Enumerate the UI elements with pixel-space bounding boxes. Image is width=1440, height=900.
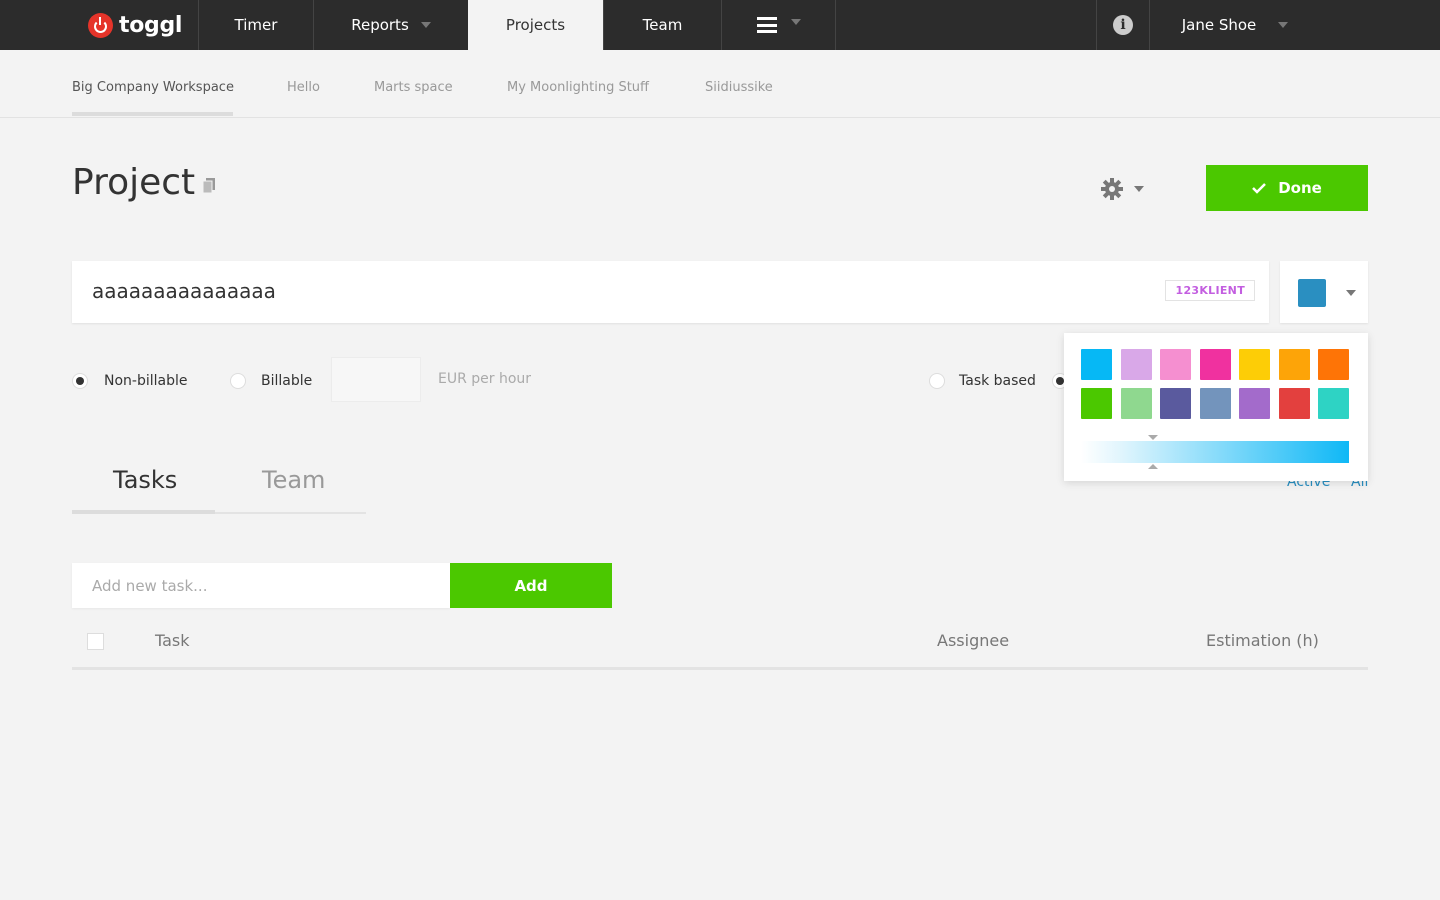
color-picker-popup	[1064, 333, 1368, 481]
color-swatch-9[interactable]	[1160, 388, 1191, 419]
nav-projects-label: Projects	[505, 16, 566, 34]
workspace-tab-4[interactable]: Siidiussike	[705, 80, 773, 95]
add-task-button[interactable]: Add	[450, 563, 612, 608]
non-billable-label: Non-billable	[104, 373, 188, 389]
task-based-radio[interactable]	[929, 373, 945, 389]
chevron-down-icon	[1134, 186, 1144, 192]
table-header-divider	[72, 667, 1368, 670]
done-button[interactable]: Done	[1206, 165, 1368, 211]
color-swatch-10[interactable]	[1199, 388, 1231, 419]
color-swatch-4[interactable]	[1239, 349, 1270, 380]
tab-indicator	[72, 510, 215, 514]
hue-slider-marker-bottom	[1148, 464, 1158, 469]
new-task-input[interactable]	[72, 563, 450, 608]
color-swatch-7[interactable]	[1081, 388, 1112, 419]
nav-team-label: Team	[642, 16, 683, 34]
toggl-logo[interactable]: toggl	[88, 12, 182, 38]
tab-team[interactable]: Team	[262, 466, 325, 494]
project-name-input[interactable]	[92, 279, 992, 303]
workspace-tab-3[interactable]: My Moonlighting Stuff	[507, 80, 649, 95]
nav-team[interactable]: Team	[603, 0, 721, 50]
nav-more-menu[interactable]	[721, 0, 836, 50]
workspace-tab-indicator	[72, 112, 233, 116]
non-billable-radio[interactable]	[72, 373, 88, 389]
nav-info[interactable]: i	[1096, 0, 1150, 50]
user-menu[interactable]: Jane Shoe	[1150, 0, 1320, 50]
chevron-down-icon	[1278, 22, 1289, 28]
nav-timer[interactable]: Timer	[198, 0, 313, 50]
chevron-down-icon	[420, 22, 431, 28]
column-assignee[interactable]: Assignee	[937, 631, 1009, 650]
color-swatch-12[interactable]	[1278, 388, 1310, 419]
hourly-rate-input[interactable]	[331, 357, 421, 402]
page-title: Project	[72, 162, 196, 203]
workspace-tab-1[interactable]: Hello	[287, 80, 320, 95]
check-icon	[1252, 183, 1267, 194]
task-based-label: Task based	[959, 373, 1036, 389]
color-swatch-13[interactable]	[1318, 388, 1349, 419]
color-gradient-slider[interactable]	[1081, 441, 1349, 463]
nav-timer-label: Timer	[234, 16, 278, 34]
color-swatch-2[interactable]	[1160, 349, 1191, 380]
copy-icon[interactable]	[202, 178, 216, 194]
color-swatch-6[interactable]	[1318, 349, 1349, 380]
user-name: Jane Shoe	[1181, 16, 1257, 34]
nav-projects[interactable]: Projects	[468, 0, 603, 50]
workspace-tab-0[interactable]: Big Company Workspace	[72, 80, 234, 95]
gear-icon	[1101, 178, 1123, 200]
column-estimation[interactable]: Estimation (h)	[1206, 631, 1319, 650]
top-nav: toggl Timer Reports Projects Team i Jane…	[0, 0, 1440, 50]
color-swatch-11[interactable]	[1239, 388, 1270, 419]
color-swatch-0[interactable]	[1081, 349, 1112, 380]
done-label: Done	[1278, 179, 1322, 197]
select-all-checkbox[interactable]	[87, 633, 104, 650]
color-picker-toggle[interactable]	[1280, 261, 1368, 323]
workspace-tab-2[interactable]: Marts space	[374, 80, 453, 95]
power-icon	[88, 12, 113, 38]
menu-icon	[756, 17, 777, 33]
billable-radio[interactable]	[230, 373, 246, 389]
nav-reports-label: Reports	[351, 16, 409, 34]
info-icon: i	[1113, 15, 1133, 35]
client-badge[interactable]: 123KLIENT	[1165, 280, 1255, 301]
chevron-down-icon	[1346, 290, 1356, 296]
nav-reports[interactable]: Reports	[313, 0, 468, 50]
rate-suffix: EUR per hour	[438, 371, 532, 387]
project-color-swatch	[1298, 279, 1326, 307]
color-swatch-1[interactable]	[1120, 349, 1152, 380]
color-swatch-3[interactable]	[1199, 349, 1231, 380]
project-name-field: 123KLIENT	[72, 261, 1269, 323]
tab-tasks[interactable]: Tasks	[113, 466, 177, 494]
hue-slider-marker-top	[1148, 435, 1158, 440]
settings-menu[interactable]	[1100, 177, 1144, 201]
chevron-down-icon	[790, 19, 801, 25]
logo-text: toggl	[119, 12, 183, 38]
color-swatch-8[interactable]	[1120, 388, 1152, 419]
column-task[interactable]: Task	[155, 631, 190, 650]
color-swatch-5[interactable]	[1278, 349, 1310, 380]
billable-label: Billable	[261, 373, 313, 389]
